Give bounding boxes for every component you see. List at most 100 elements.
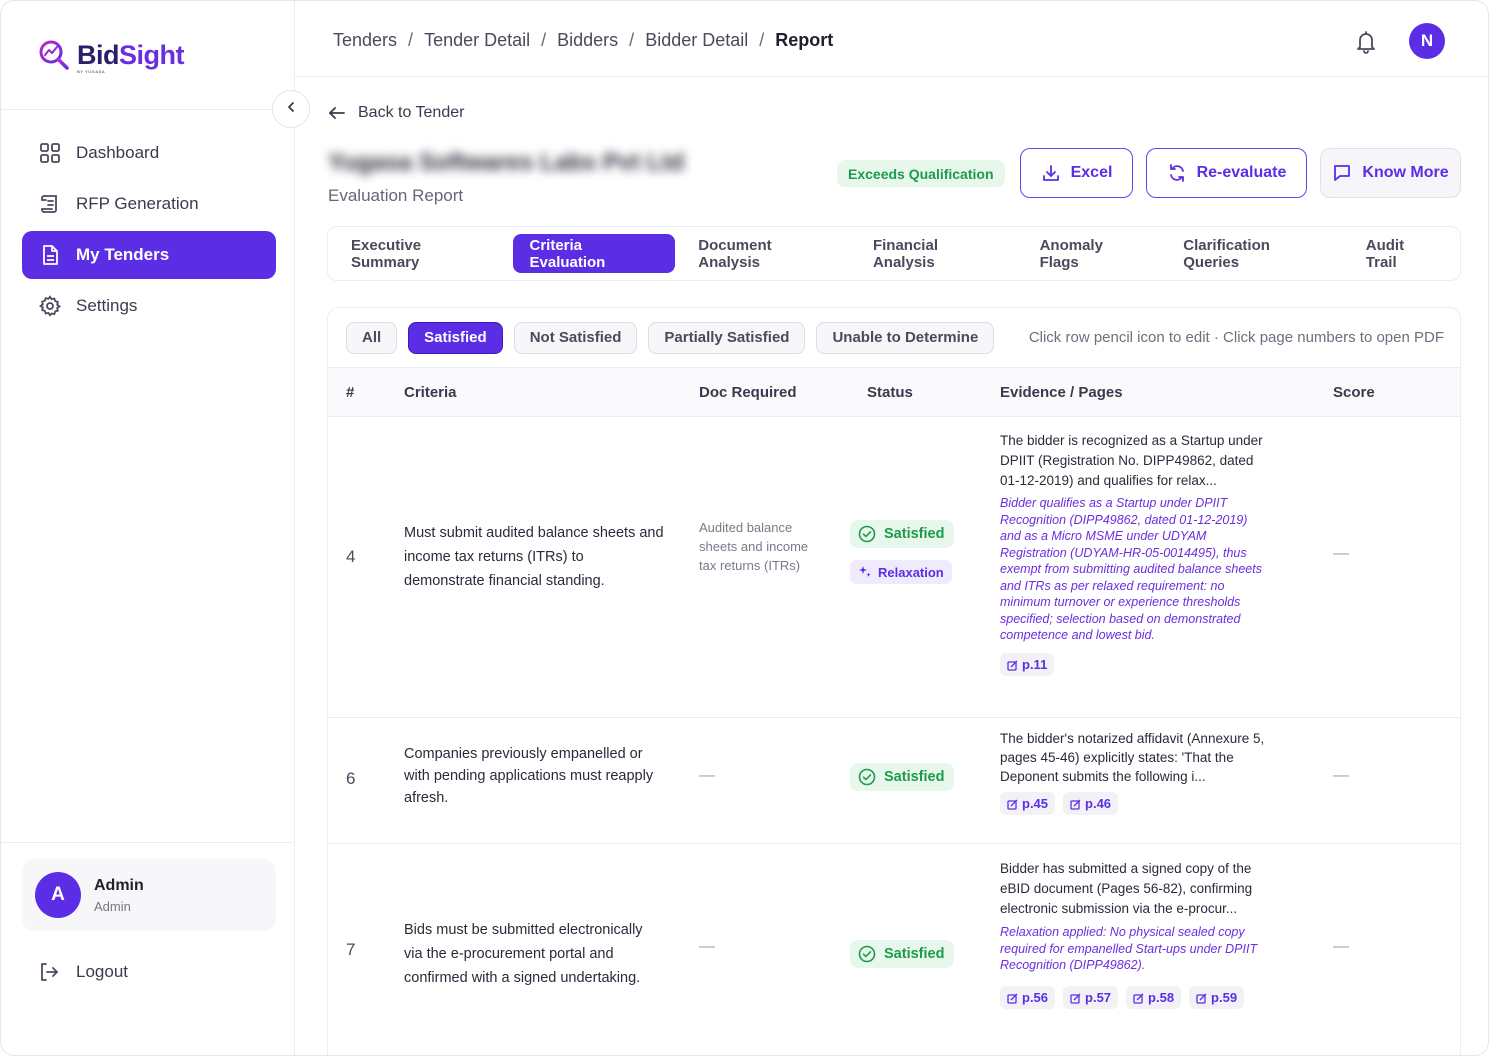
page-link[interactable]: p.58 <box>1126 985 1182 1009</box>
brand-logo[interactable]: BidSight BY YUGASA <box>37 35 185 75</box>
sparkle-icon <box>858 565 872 579</box>
qualification-badge: Exceeds Qualification <box>837 160 1005 187</box>
status-cell: Satisfied Relaxation <box>850 520 955 584</box>
gear-icon <box>38 294 62 318</box>
filter-satisfied[interactable]: Satisfied <box>408 321 503 354</box>
table-row[interactable]: 7 Bids must be submitted electronically … <box>328 844 1460 1055</box>
external-link-icon <box>1070 798 1081 810</box>
criteria-panel: All Satisfied Not Satisfied Partially Sa… <box>327 307 1461 1055</box>
doc-required-text: — <box>699 938 715 955</box>
row-number: 6 <box>346 769 356 788</box>
know-more-button[interactable]: Know More <box>1320 148 1461 198</box>
company-name: Yugasa Softwares Labs Pvt Ltd <box>328 149 685 176</box>
brand-name-part1: Bid <box>77 39 120 70</box>
breadcrumb-separator: / <box>408 30 414 50</box>
tab-clarification-queries[interactable]: Clarification Queries <box>1166 234 1343 273</box>
app-window: BidSight BY YUGASA Dashboard RFP Generat… <box>0 0 1489 1056</box>
excel-button[interactable]: Excel <box>1020 148 1133 198</box>
reevaluate-button[interactable]: Re-evaluate <box>1146 148 1307 198</box>
column-header-score: Score <box>1333 384 1375 401</box>
grid-icon <box>38 141 62 165</box>
table-row[interactable]: 6 Companies previously empanelled or wit… <box>328 718 1460 844</box>
avatar: A <box>35 872 81 918</box>
filter-not-satisfied[interactable]: Not Satisfied <box>513 321 638 354</box>
tab-criteria-evaluation[interactable]: Criteria Evaluation <box>512 234 676 273</box>
page-subtitle: Evaluation Report <box>328 186 464 205</box>
evidence-note: Relaxation applied: No physical sealed c… <box>1000 925 1258 972</box>
breadcrumb-separator: / <box>541 30 547 50</box>
sidebar-item-rfp-generation[interactable]: RFP Generation <box>22 180 276 228</box>
brand-name-part2: Sight <box>119 39 185 70</box>
evidence-text: Bidder has submitted a signed copy of th… <box>1000 861 1253 916</box>
edit-hint: Click row pencil icon to edit · Click pa… <box>1028 329 1444 346</box>
status-badge: Satisfied <box>850 520 955 548</box>
row-number: 4 <box>346 547 356 566</box>
sidebar-item-settings[interactable]: Settings <box>22 282 276 330</box>
sidebar-item-label: Settings <box>76 296 138 315</box>
logout-button[interactable]: Logout <box>38 961 128 983</box>
tab-audit-trail[interactable]: Audit Trail <box>1349 234 1454 273</box>
download-icon <box>1041 163 1061 183</box>
filter-unable-to-determine[interactable]: Unable to Determine <box>816 321 995 354</box>
chevron-left-icon <box>285 100 297 118</box>
tab-executive-summary[interactable]: Executive Summary <box>334 234 507 273</box>
relaxation-badge: Relaxation <box>850 560 952 584</box>
page-link[interactable]: p.59 <box>1189 985 1245 1009</box>
back-to-tender-link[interactable]: Back to Tender <box>328 104 464 122</box>
external-link-icon <box>1133 992 1144 1004</box>
sidebar-item-my-tenders[interactable]: My Tenders <box>22 231 276 279</box>
status-badge: Satisfied <box>850 940 955 968</box>
status-badge: Satisfied <box>850 763 955 791</box>
breadcrumb-bidders[interactable]: Bidders <box>557 30 618 51</box>
page-links: p.11 <box>1000 652 1268 676</box>
logout-label: Logout <box>76 962 128 981</box>
page-link[interactable]: p.45 <box>1000 792 1056 815</box>
table-header: # Criteria Doc Required Status Evidence … <box>328 368 1460 417</box>
column-header-doc-required: Doc Required <box>699 384 797 401</box>
top-header: Tenders / Tender Detail / Bidders / Bidd… <box>295 1 1488 77</box>
reevaluate-label: Re-evaluate <box>1196 164 1287 181</box>
page-link[interactable]: p.46 <box>1063 792 1119 815</box>
external-link-icon <box>1007 798 1018 810</box>
page-link-label: p.58 <box>1148 989 1175 1005</box>
column-header-evidence: Evidence / Pages <box>1000 384 1123 401</box>
criteria-text: Must submit audited balance sheets and i… <box>404 525 664 589</box>
breadcrumb-tender-detail[interactable]: Tender Detail <box>424 30 530 51</box>
sidebar-divider <box>1 109 295 110</box>
evidence-cell: The bidder is recognized as a Startup un… <box>1000 431 1268 676</box>
table-row[interactable]: 4 Must submit audited balance sheets and… <box>328 417 1460 718</box>
sidebar-divider-bottom <box>1 842 295 843</box>
tab-anomaly-flags[interactable]: Anomaly Flags <box>1023 234 1161 273</box>
filter-partially-satisfied[interactable]: Partially Satisfied <box>648 321 806 354</box>
sidebar-nav: Dashboard RFP Generation My Tenders Sett… <box>22 129 276 333</box>
page-link[interactable]: p.56 <box>1000 985 1056 1009</box>
external-link-icon <box>1007 659 1018 671</box>
column-header-status: Status <box>867 384 913 401</box>
status-filters: All Satisfied Not Satisfied Partially Sa… <box>328 308 1460 368</box>
avatar[interactable]: N <box>1409 23 1445 59</box>
user-card[interactable]: A Admin Admin <box>22 859 276 931</box>
evidence-note: Bidder qualifies as a Startup under DPII… <box>1000 496 1262 642</box>
status-cell: Satisfied <box>850 763 955 791</box>
breadcrumb-tenders[interactable]: Tenders <box>333 30 397 51</box>
breadcrumb-bidder-detail[interactable]: Bidder Detail <box>645 30 748 51</box>
score-value: — <box>1333 545 1349 562</box>
sidebar-collapse-button[interactable] <box>272 90 310 128</box>
check-circle-icon <box>858 525 876 543</box>
arrow-left-icon <box>328 104 346 122</box>
breadcrumb: Tenders / Tender Detail / Bidders / Bidd… <box>333 30 833 51</box>
brand-name: BidSight BY YUGASA <box>77 39 185 73</box>
sidebar-item-dashboard[interactable]: Dashboard <box>22 129 276 177</box>
report-tabs: Executive Summary Criteria Evaluation Do… <box>327 226 1461 281</box>
status-cell: Satisfied <box>850 940 955 968</box>
magnifier-chart-icon <box>37 38 71 72</box>
tab-financial-analysis[interactable]: Financial Analysis <box>856 234 1017 273</box>
tab-document-analysis[interactable]: Document Analysis <box>681 234 850 273</box>
page-link[interactable]: p.57 <box>1063 985 1119 1009</box>
page-link[interactable]: p.11 <box>1000 652 1055 676</box>
page-links: p.45 p.46 <box>1000 792 1268 815</box>
page-links: p.56 p.57 p.58 p.59 <box>1000 985 1268 1009</box>
bell-icon[interactable] <box>1353 29 1379 55</box>
filter-all[interactable]: All <box>346 321 398 354</box>
evidence-cell: The bidder's notarized affidavit (Annexu… <box>1000 729 1268 815</box>
